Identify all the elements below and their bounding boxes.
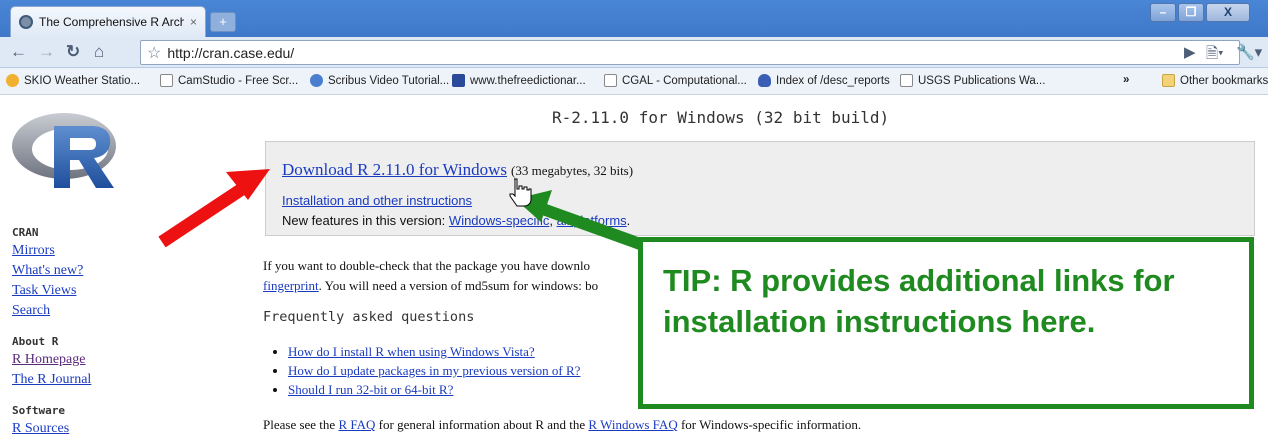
tip-callout: TIP: R provides additional links for ins… [638,237,1254,409]
green-arrow-icon [515,190,643,250]
red-arrow-icon [158,169,270,248]
hand-cursor-icon [509,178,532,207]
